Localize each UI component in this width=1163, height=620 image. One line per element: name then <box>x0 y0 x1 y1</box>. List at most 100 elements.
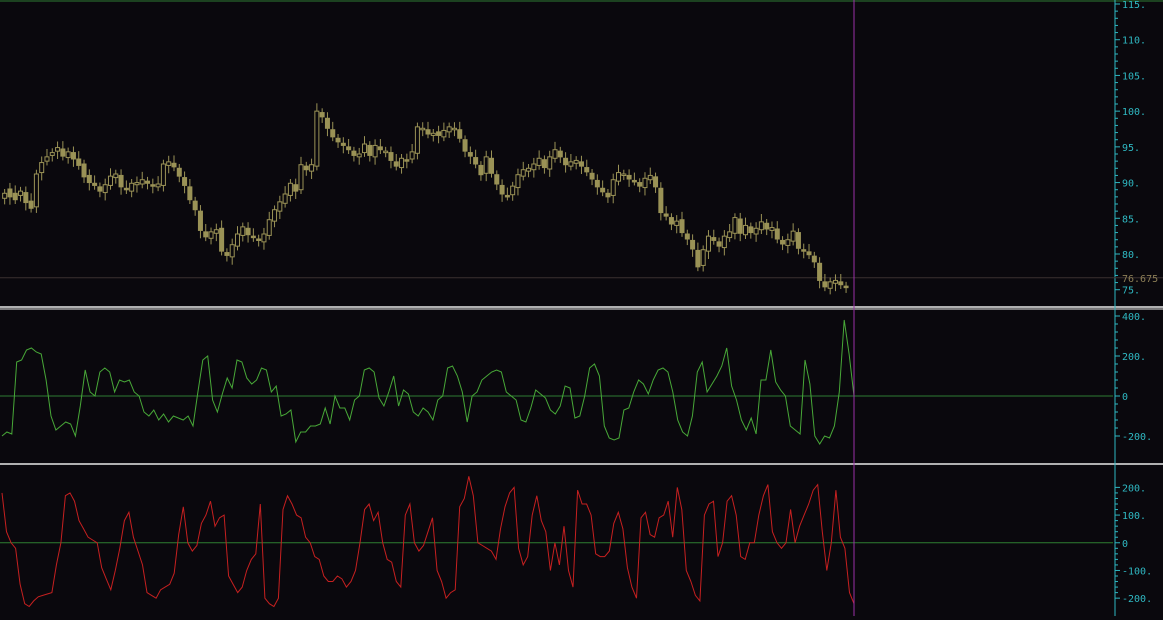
candle-body <box>674 220 680 226</box>
candle-body <box>536 157 542 166</box>
candle-body <box>234 233 241 247</box>
candle-body <box>240 226 246 236</box>
y-tick-label: 0 <box>1122 539 1128 550</box>
y-tick-label: 200. <box>1122 352 1146 363</box>
candle-body <box>414 126 420 154</box>
candle-body <box>531 163 537 171</box>
candle-body <box>134 182 140 186</box>
candle-body <box>367 144 373 156</box>
y-tick-label: 400. <box>1122 312 1146 323</box>
candle-body <box>171 162 177 168</box>
candle-body <box>81 163 87 178</box>
last-price-label: 76.675 <box>1122 274 1158 285</box>
candle-body <box>838 281 844 286</box>
y-tick-label: 90. <box>1122 179 1140 190</box>
y-tick-label: -200. <box>1122 432 1152 443</box>
candle-body <box>520 169 526 177</box>
y-tick-label: -200. <box>1122 594 1152 605</box>
candle-body <box>605 192 611 198</box>
candle-body <box>557 150 563 158</box>
candle-body <box>621 173 627 176</box>
candle-body <box>504 194 510 198</box>
y-tick-label: 85. <box>1122 214 1140 225</box>
candle-body <box>208 231 214 239</box>
candle-body <box>182 177 188 186</box>
candle-body <box>705 235 711 252</box>
candle-body <box>753 227 759 235</box>
candle-body <box>7 188 13 198</box>
candle-body <box>346 146 352 151</box>
candle-body <box>626 174 632 180</box>
candle-body <box>197 210 203 231</box>
candle-body <box>563 157 569 166</box>
candle-body <box>176 167 182 177</box>
candle-body <box>663 213 669 217</box>
candle-body <box>335 137 341 143</box>
candle-body <box>113 173 119 179</box>
candle-body <box>39 162 45 174</box>
candle-body <box>123 187 129 191</box>
candle-body <box>33 173 39 208</box>
candle-body <box>351 150 357 156</box>
candle-body <box>266 219 272 236</box>
candle-body <box>716 241 722 247</box>
candle-body <box>261 233 267 243</box>
candle-body <box>293 184 299 192</box>
candle-body <box>515 174 521 189</box>
candle-body <box>758 221 764 231</box>
candle-body <box>356 153 362 158</box>
y-tick-label: 105. <box>1122 71 1146 82</box>
candle-body <box>383 150 389 154</box>
candle-body <box>695 249 701 268</box>
candle-body <box>615 172 622 182</box>
candle-body <box>743 224 749 236</box>
candle-body <box>653 176 659 188</box>
candle-body <box>647 174 653 181</box>
candle-body <box>483 156 489 174</box>
candle-body <box>430 132 436 136</box>
candle-body <box>18 190 24 196</box>
candle-body <box>86 174 92 184</box>
candle-body <box>425 129 431 135</box>
candle-body <box>822 281 828 288</box>
candle-body <box>92 182 98 186</box>
candle-body <box>399 157 405 169</box>
candle-body <box>843 285 849 289</box>
candle-body <box>451 127 457 131</box>
candle-body <box>732 217 738 234</box>
candle-body <box>801 249 807 252</box>
candle-body <box>245 227 251 236</box>
candle-body <box>256 238 262 241</box>
candle-body <box>282 193 288 204</box>
candle-body <box>65 151 71 159</box>
candle-body <box>107 175 113 186</box>
candle-body <box>330 129 336 138</box>
candle-body <box>711 237 717 241</box>
candle-body <box>446 126 452 133</box>
candle-body <box>388 152 394 161</box>
candle-body <box>145 180 151 184</box>
candle-body <box>832 279 838 284</box>
candle-body <box>441 129 447 138</box>
candle-body <box>700 249 706 266</box>
candle-body <box>340 142 346 146</box>
chart-background <box>0 0 1163 616</box>
candle-body <box>309 164 315 172</box>
candle-body <box>780 239 786 245</box>
candle-body <box>319 112 325 118</box>
candle-body <box>547 156 553 170</box>
candle-body <box>102 184 108 194</box>
candle-body <box>224 252 230 256</box>
candle-body <box>811 255 817 263</box>
candle-body <box>377 146 383 151</box>
candle-body <box>60 148 66 157</box>
candle-body <box>600 187 606 193</box>
y-tick-label: 110. <box>1122 36 1146 47</box>
candle-body <box>436 131 442 136</box>
candle-body <box>727 231 733 239</box>
candle-body <box>578 161 584 167</box>
candle-body <box>404 159 410 162</box>
candle-body <box>795 232 801 249</box>
candle-body <box>510 185 516 196</box>
y-tick-label: 80. <box>1122 250 1140 261</box>
